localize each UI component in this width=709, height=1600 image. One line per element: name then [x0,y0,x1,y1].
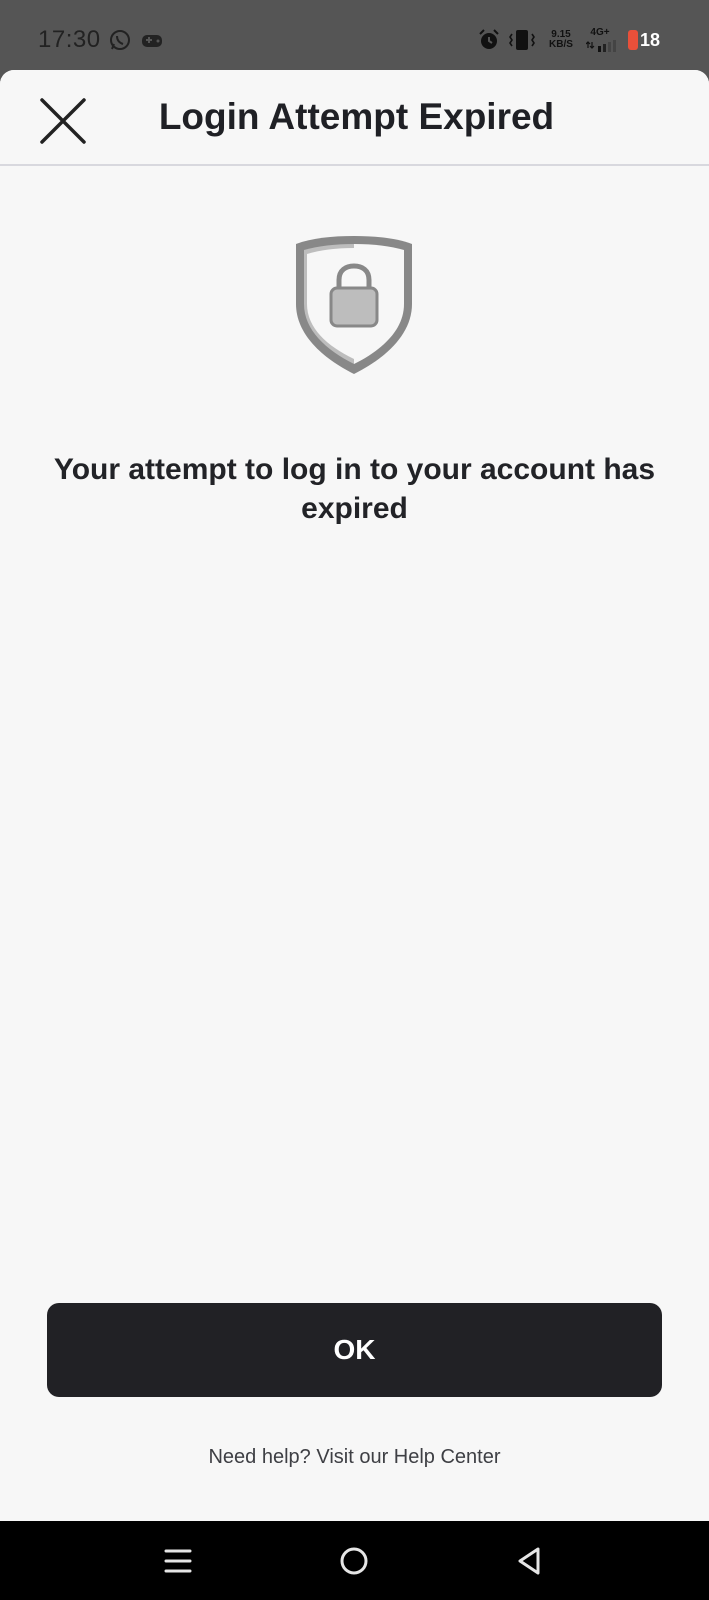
expired-message: Your attempt to log in to your account h… [53,453,656,525]
nav-home-button[interactable] [334,1543,374,1579]
dialog-sheet: Login Attempt Expired Your attempt to lo… [0,70,709,1521]
net-speed: 9.15 KB/S [546,30,576,50]
page-title: Login Attempt Expired [158,96,555,137]
network-type: 4G+ [590,27,610,38]
battery-icon [628,30,638,50]
header: Login Attempt Expired [0,70,709,166]
whatsapp-icon [110,30,130,50]
ok-button[interactable]: OK [47,1303,662,1397]
help-text: Need help? Visit our Help Center [0,1446,709,1469]
game-controller-icon [142,35,162,47]
battery-level: 18 [640,30,661,50]
back-triangle-icon [518,1547,540,1575]
status-bar: 17:30 9.15 KB/S 4G+ 18 [0,0,709,72]
nav-back-button[interactable] [510,1543,550,1579]
home-circle-icon [340,1547,368,1575]
net-speed-unit: KB/S [549,39,573,50]
vibrate-icon [509,30,535,50]
nav-recents-button[interactable] [158,1543,198,1579]
signal-icon [586,40,616,52]
system-nav-bar [0,1521,709,1600]
status-time: 17:30 [38,26,101,53]
help-center-link[interactable]: Need help? Visit our Help Center [208,1446,500,1468]
menu-icon [164,1549,192,1573]
alarm-icon [479,29,499,49]
shield-lock-icon [296,236,412,374]
